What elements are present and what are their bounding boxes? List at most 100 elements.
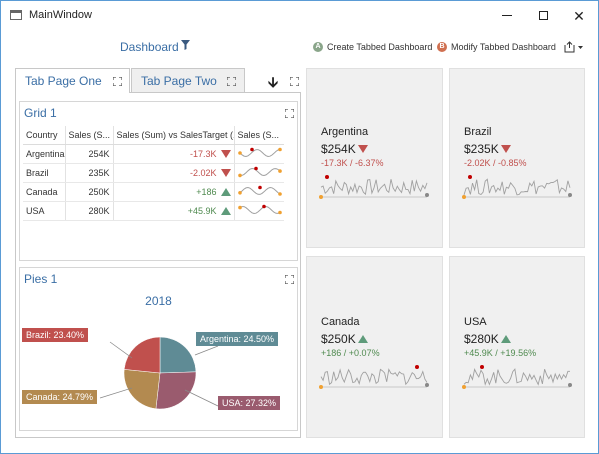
sparkline-marker: [237, 150, 242, 155]
kpi-delta-percent: -0.85%: [498, 158, 527, 168]
sales-cell: 280K: [65, 201, 114, 221]
sparkline-max-marker: [468, 175, 472, 179]
trend-down-icon: [500, 145, 511, 153]
sparkline-end-marker: [425, 383, 429, 387]
sparkline-marker: [277, 168, 282, 173]
kpi-name: Argentina: [321, 126, 369, 138]
maximize-icon[interactable]: [227, 77, 236, 86]
trend-down-icon: [220, 169, 231, 178]
tab-page-one[interactable]: Tab Page One: [15, 68, 130, 93]
table-row[interactable]: Canada 250K +186: [23, 182, 284, 202]
sparkline-marker: [237, 173, 242, 177]
maximize-button[interactable]: [525, 1, 561, 30]
kpi-name: USA: [464, 316, 487, 328]
country-cell: Argentina: [23, 144, 66, 164]
delta-cell: -17.3K: [113, 144, 235, 164]
sparkline-marker: [237, 190, 242, 195]
sparkline-start-marker: [319, 385, 323, 389]
sparkline-line: [320, 178, 428, 196]
kpi-card-argentina[interactable]: Argentina $254K -17.3K / -6.37%: [306, 68, 443, 248]
row-sparkline: [237, 166, 282, 177]
kpi-value-text: $280K: [464, 332, 499, 346]
delta-value: -2.02K: [189, 167, 217, 178]
kpi-delta: +186 / +0.07%: [321, 348, 380, 358]
maximize-icon[interactable]: [285, 109, 294, 118]
sparkline-marker: [237, 205, 242, 209]
pie-slice[interactable]: [155, 371, 197, 410]
filter-icon[interactable]: [181, 40, 190, 50]
kpi-value: $280K: [464, 332, 511, 346]
title-bar: MainWindow ✕: [1, 1, 598, 30]
sparkline-marker: [277, 210, 282, 214]
column-header[interactable]: Sales (S...: [65, 126, 114, 145]
modify-tabbed-dashboard-button[interactable]: B Modify Tabbed Dashboard: [437, 42, 556, 52]
trend-up-icon: [220, 188, 231, 197]
tab-page-one-panel: Grid 1 Country Sales (S... Sales (Sum) v…: [15, 92, 301, 438]
kpi-delta-value: -17.3K: [321, 158, 348, 168]
kpi-value-text: $235K: [464, 142, 499, 156]
sparkline-end-marker: [568, 383, 572, 387]
table-row[interactable]: Brazil 235K -2.02K: [23, 163, 284, 183]
row-sparkline: [237, 185, 282, 196]
pie-slice[interactable]: [159, 336, 197, 374]
row-sparkline: [237, 204, 282, 214]
sparkline-max-marker: [261, 204, 266, 208]
kpi-delta-percent: +19.56%: [500, 348, 537, 358]
kpi-value: $250K: [321, 332, 368, 346]
pie-slice[interactable]: [123, 336, 161, 374]
sparkline-marker: [277, 147, 282, 151]
kpi-card-canada[interactable]: Canada $250K +186 / +0.07%: [306, 256, 443, 438]
table-row[interactable]: Argentina 254K -17.3K: [23, 144, 284, 164]
country-cell: Canada: [23, 182, 66, 202]
sparkline-start-marker: [319, 195, 323, 199]
sales-cell: 250K: [65, 182, 114, 202]
close-icon: ✕: [573, 7, 585, 24]
minimize-icon: [502, 15, 512, 16]
sparkline-cell: [234, 201, 284, 221]
delta-value: -17.3K: [189, 148, 217, 159]
maximize-icon[interactable]: [290, 77, 299, 86]
sparkline-max-marker: [249, 147, 254, 151]
sparkline-start-marker: [462, 385, 466, 389]
kpi-delta: -17.3K / -6.37%: [321, 158, 384, 168]
delta-cell: +186: [113, 182, 235, 202]
create-badge-icon: A: [313, 42, 323, 52]
kpi-sparkline: [462, 365, 572, 389]
kpi-delta-value: +45.9K: [464, 348, 493, 358]
sparkline-max-marker: [253, 166, 258, 170]
delta-cell: -2.02K: [113, 163, 235, 183]
kpi-delta: -2.02K / -0.85%: [464, 158, 527, 168]
row-sparkline: [237, 147, 282, 157]
sparkline-line: [463, 368, 570, 386]
kpi-delta-value: -2.02K: [464, 158, 491, 168]
kpi-card-brazil[interactable]: Brazil $235K -2.02K / -0.85%: [449, 68, 585, 248]
minimize-button[interactable]: [489, 1, 525, 30]
sparkline-line: [239, 148, 280, 157]
sparkline-end-marker: [425, 193, 429, 197]
country-cell: Brazil: [23, 163, 66, 183]
column-header[interactable]: Sales (S...: [234, 126, 284, 145]
grid-card: Grid 1 Country Sales (S... Sales (Sum) v…: [19, 101, 298, 261]
column-header[interactable]: Country: [23, 126, 66, 145]
kpi-value-text: $254K: [321, 142, 356, 156]
sales-cell: 235K: [65, 163, 114, 183]
sparkline-line: [463, 178, 571, 196]
maximize-icon[interactable]: [113, 77, 122, 86]
close-button[interactable]: ✕: [561, 1, 597, 30]
kpi-value-text: $250K: [321, 332, 356, 346]
sales-grid: Country Sales (S... Sales (Sum) vs Sales…: [23, 126, 284, 221]
create-tabbed-dashboard-button[interactable]: A Create Tabbed Dashboard: [313, 42, 432, 52]
pie-leader-line: [99, 387, 133, 399]
delta-value: +186: [196, 186, 217, 197]
modify-badge-icon: B: [437, 42, 447, 52]
table-row[interactable]: USA 280K +45.9K: [23, 201, 284, 221]
kpi-card-usa[interactable]: USA $280K +45.9K / +19.56%: [449, 256, 585, 438]
export-icon[interactable]: [564, 41, 584, 53]
tab-page-two-label: Tab Page Two: [141, 73, 217, 88]
tab-container: Tab Page One Tab Page Two 🡫 Grid 1 Count…: [15, 68, 301, 440]
pie-leader-line: [194, 345, 219, 356]
main-window: MainWindow ✕ Dashboard A Create Tabbed D…: [0, 0, 599, 454]
column-header[interactable]: Sales (Sum) vs SalesTarget (...: [113, 126, 235, 145]
tab-page-two[interactable]: Tab Page Two: [131, 68, 245, 92]
kpi-delta-value: +186: [321, 348, 342, 358]
